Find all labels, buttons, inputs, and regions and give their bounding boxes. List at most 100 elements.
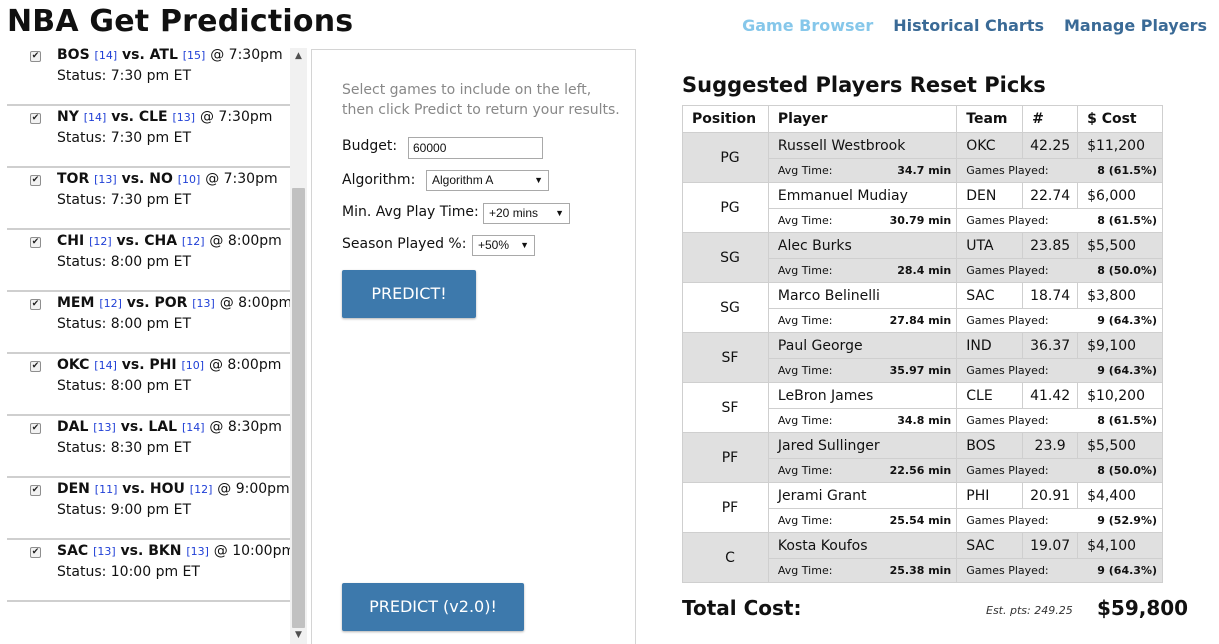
season-select[interactable]: +50% ▼ bbox=[472, 235, 535, 256]
avg-time-label: Avg Time: bbox=[777, 564, 833, 577]
team-cell: OKC bbox=[956, 132, 1024, 159]
team-cell: SAC bbox=[956, 282, 1024, 309]
vs-text: vs. bbox=[120, 543, 144, 559]
home-team: CHI bbox=[57, 233, 85, 249]
game-matchup: OKC [14] vs. PHI [10] @ 8:00pm bbox=[57, 357, 281, 373]
game-checkbox[interactable]: ✔ bbox=[30, 547, 41, 558]
games-played-value: 9 (64.3%) bbox=[1097, 564, 1157, 577]
avg-time-value: 34.7 min bbox=[897, 164, 952, 177]
game-checkbox[interactable]: ✔ bbox=[30, 237, 41, 248]
predict-button[interactable]: PREDICT! bbox=[342, 270, 476, 318]
picks-table: Position Player Team # $ Cost PG Russell … bbox=[682, 105, 1163, 583]
predict-form-panel: Select games to include on the left, the… bbox=[311, 49, 636, 644]
season-row: Season Played %: bbox=[342, 236, 466, 252]
game-time: @ 7:30pm bbox=[205, 171, 278, 187]
min-play-label: Min. Avg Play Time: bbox=[342, 204, 479, 220]
min-play-select-value: +20 mins bbox=[489, 206, 539, 220]
chevron-down-icon: ▼ bbox=[534, 175, 543, 185]
number-cell: 19.07 bbox=[1022, 532, 1079, 559]
scroll-up-arrow-icon[interactable]: ▲ bbox=[290, 48, 307, 65]
position-cell: PF bbox=[682, 432, 769, 483]
home-team: DAL bbox=[57, 419, 89, 435]
nav-game-browser[interactable]: Game Browser bbox=[742, 16, 873, 35]
game-checkbox[interactable]: ✔ bbox=[30, 361, 41, 372]
game-status: Status: 7:30 pm ET bbox=[57, 130, 192, 146]
avg-time-value: 22.56 min bbox=[889, 464, 952, 477]
avg-time-cell: Avg Time: 28.4 min bbox=[767, 258, 958, 283]
table-row: PG Emmanuel Mudiay DEN 22.74 $6,000 bbox=[682, 182, 1163, 233]
vs-text: vs. bbox=[111, 109, 134, 125]
scroll-down-arrow-icon[interactable]: ▼ bbox=[290, 627, 307, 644]
min-play-select[interactable]: +20 mins ▼ bbox=[483, 203, 570, 224]
budget-row: Budget: bbox=[342, 138, 397, 154]
table-row: SG Alec Burks UTA 23.85 $5,500 bbox=[682, 232, 1163, 283]
position-cell: SF bbox=[682, 382, 769, 433]
game-list-item[interactable]: ✔ NY [14] vs. CLE [13] @ 7:30pm Status: 7:… bbox=[7, 106, 290, 168]
nav-manage-players[interactable]: Manage Players bbox=[1064, 16, 1207, 35]
avg-time-cell: Avg Time: 25.38 min bbox=[767, 558, 958, 583]
game-time: @ 10:00pm bbox=[213, 543, 296, 559]
game-list-item[interactable]: ✔ SAC [13] vs. BKN [13] @ 10:00pm Status: … bbox=[7, 540, 295, 602]
game-list-item[interactable]: ✔ CHI [12] vs. CHA [12] @ 8:00pm Status: 8… bbox=[7, 230, 290, 292]
game-list-item[interactable]: ✔ DAL [13] vs. LAL [14] @ 8:30pm Status: 8… bbox=[7, 416, 290, 478]
season-select-value: +50% bbox=[478, 238, 510, 252]
away-team: POR bbox=[154, 295, 188, 311]
game-checkbox[interactable]: ✔ bbox=[30, 423, 41, 434]
away-rank: [12] bbox=[189, 483, 213, 496]
away-rank: [13] bbox=[192, 297, 215, 310]
table-row: PG Russell Westbrook OKC 42.25 $11,200 bbox=[682, 132, 1163, 183]
away-rank: [14] bbox=[181, 421, 205, 434]
scrollbar-thumb[interactable] bbox=[292, 188, 305, 628]
game-list-item[interactable]: ✔ MEM [12] vs. POR [13] @ 8:00pm Status: 8… bbox=[7, 292, 293, 354]
player-cell: Jared Sullinger bbox=[767, 432, 958, 459]
game-list-scrollbar[interactable]: ▲ ▼ bbox=[290, 48, 307, 644]
game-checkbox[interactable]: ✔ bbox=[30, 175, 41, 186]
number-cell: 22.74 bbox=[1022, 182, 1079, 209]
games-played-value: 8 (50.0%) bbox=[1097, 464, 1157, 477]
avg-time-label: Avg Time: bbox=[777, 264, 833, 277]
team-cell: UTA bbox=[956, 232, 1024, 259]
avg-time-value: 30.79 min bbox=[889, 214, 952, 227]
number-cell: 41.42 bbox=[1022, 382, 1079, 409]
algorithm-select[interactable]: Algorithm A ▼ bbox=[426, 170, 549, 191]
game-matchup: DEN [11] vs. HOU [12] @ 9:00pm bbox=[57, 481, 290, 497]
away-team: PHI bbox=[149, 357, 177, 373]
game-time: @ 8:00pm bbox=[219, 295, 293, 311]
predict-v2-button[interactable]: PREDICT (v2.0)! bbox=[342, 583, 524, 631]
games-played-label: Games Played: bbox=[966, 464, 1049, 477]
team-cell: CLE bbox=[956, 382, 1024, 409]
avg-time-label: Avg Time: bbox=[777, 314, 833, 327]
avg-time-label: Avg Time: bbox=[777, 164, 833, 177]
game-checkbox[interactable]: ✔ bbox=[30, 299, 41, 310]
season-label: Season Played %: bbox=[342, 236, 467, 252]
number-cell: 42.25 bbox=[1022, 132, 1079, 159]
game-time: @ 8:00pm bbox=[208, 357, 282, 373]
position-cell: SG bbox=[682, 232, 769, 283]
chevron-down-icon: ▼ bbox=[520, 240, 529, 250]
game-time: @ 7:30pm bbox=[199, 109, 273, 125]
cost-cell: $10,200 bbox=[1077, 382, 1163, 409]
cost-cell: $3,800 bbox=[1077, 282, 1163, 309]
away-rank: [12] bbox=[181, 235, 205, 248]
game-checkbox[interactable]: ✔ bbox=[30, 113, 41, 124]
game-matchup: TOR [13] vs. NO [10] @ 7:30pm bbox=[57, 171, 278, 187]
game-checkbox[interactable]: ✔ bbox=[30, 51, 41, 62]
game-list-item[interactable]: ✔ BOS [14] vs. ATL [15] @ 7:30pm Status: 7… bbox=[7, 48, 290, 106]
avg-time-cell: Avg Time: 25.54 min bbox=[767, 508, 958, 533]
vs-text: vs. bbox=[121, 357, 145, 373]
game-status: Status: 8:00 pm ET bbox=[57, 316, 192, 332]
home-rank: [13] bbox=[93, 545, 116, 558]
vs-text: vs. bbox=[126, 295, 150, 311]
games-played-cell: Games Played: 9 (64.3%) bbox=[956, 308, 1163, 333]
game-list-item[interactable]: ✔ OKC [14] vs. PHI [10] @ 8:00pm Status: 8… bbox=[7, 354, 290, 416]
avg-time-cell: Avg Time: 30.79 min bbox=[767, 208, 958, 233]
position-cell: C bbox=[682, 532, 769, 583]
team-cell: DEN bbox=[956, 182, 1024, 209]
game-list-item[interactable]: ✔ TOR [13] vs. NO [10] @ 7:30pm Status: 7:… bbox=[7, 168, 290, 230]
game-list-item[interactable]: ✔ DEN [11] vs. HOU [12] @ 9:00pm Status: 9… bbox=[7, 478, 290, 540]
game-checkbox[interactable]: ✔ bbox=[30, 485, 41, 496]
home-rank: [12] bbox=[89, 235, 112, 248]
games-played-cell: Games Played: 8 (61.5%) bbox=[956, 208, 1163, 233]
nav-historical-charts[interactable]: Historical Charts bbox=[893, 16, 1044, 35]
budget-input[interactable]: 60000 bbox=[408, 137, 543, 159]
